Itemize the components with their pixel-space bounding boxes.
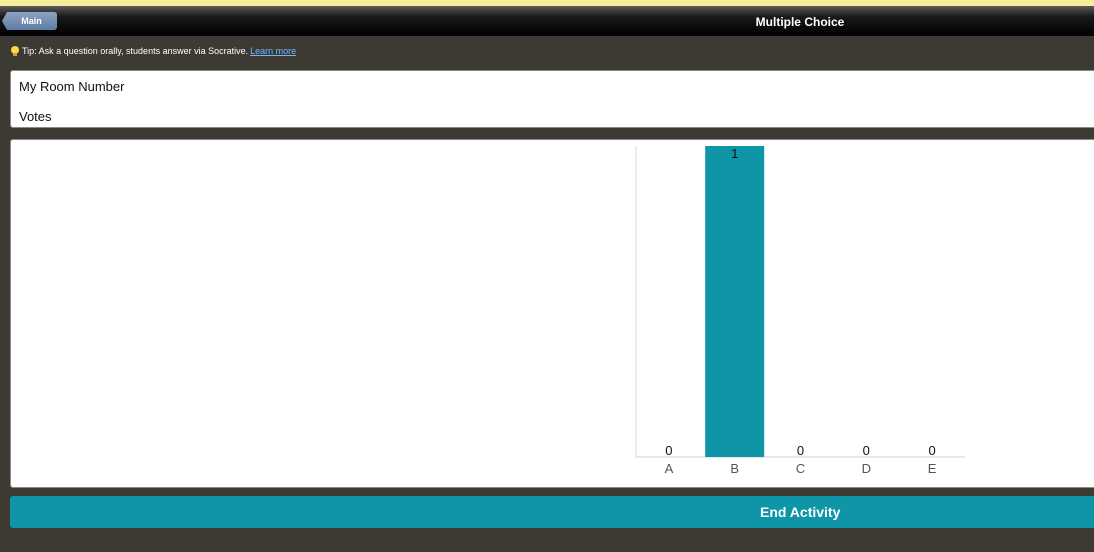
x-tick-label-e: E <box>928 461 937 476</box>
bar-value-c: 0 <box>797 443 804 458</box>
bar-b <box>705 146 765 457</box>
lightbulb-icon <box>11 46 19 56</box>
page-title: Multiple Choice <box>755 15 845 29</box>
end-activity-button[interactable]: End Activity <box>10 496 1094 528</box>
header-bar <box>0 6 1094 36</box>
tip-text: Tip: Ask a question orally, students ans… <box>22 46 249 56</box>
x-tick-label-b: B <box>730 461 739 476</box>
bar-value-a: 0 <box>665 443 672 458</box>
x-tick-label-a: A <box>665 461 674 476</box>
votes-label: Votes <box>19 109 52 124</box>
room-number-label: My Room Number <box>19 79 125 94</box>
room-info-panel: My Room Number Votes <box>10 70 1094 128</box>
x-tick-label-d: D <box>862 461 871 476</box>
vote-bar-chart: 0 A 1 B 0 C 0 D 0 E <box>635 146 965 476</box>
bar-value-d: 0 <box>863 443 870 458</box>
bar-value-b: 1 <box>731 146 738 161</box>
end-activity-label: End Activity <box>760 504 841 520</box>
x-tick-label-c: C <box>796 461 805 476</box>
learn-more-link[interactable]: Learn more <box>250 46 296 56</box>
tip-line: Tip: Ask a question orally, students ans… <box>11 46 296 56</box>
main-screen-button[interactable]: Main screen <box>2 12 57 30</box>
results-chart-panel: 0 A 1 B 0 C 0 D 0 E <box>10 139 1094 488</box>
bar-value-e: 0 <box>928 443 935 458</box>
